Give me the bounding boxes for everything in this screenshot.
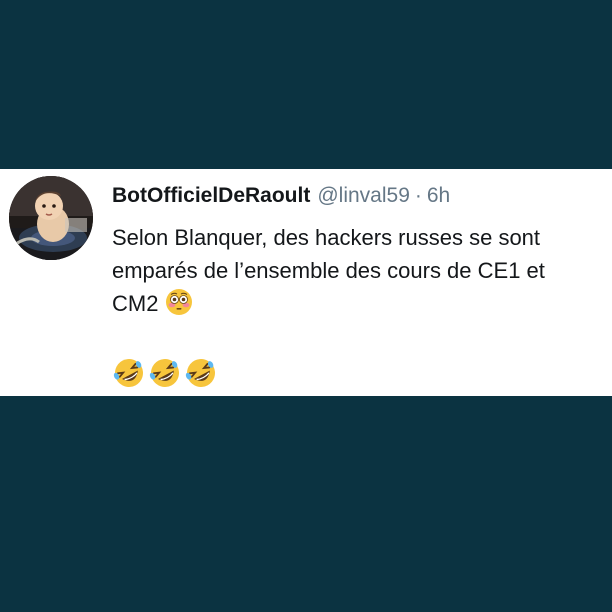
tweet-text-fragment: CM2 bbox=[112, 291, 159, 316]
tweet-text-line: emparés de l’ensemble des cours de CE1 e… bbox=[112, 258, 545, 283]
display-name[interactable]: BotOfficielDeRaoult bbox=[112, 181, 310, 211]
tweet-text-line-last: CM2 bbox=[112, 287, 607, 325]
tweet-text-line: Selon Blanquer, des hackers russes se so… bbox=[112, 225, 541, 250]
tweet-text: Selon Blanquer, des hackers russes se so… bbox=[112, 221, 607, 325]
tweet-timestamp[interactable]: 6h bbox=[427, 181, 450, 211]
tweet-card[interactable]: BotOfficielDeRaoult @linval59 · 6h Selon… bbox=[0, 169, 612, 396]
rolling-laughing-face-icon bbox=[112, 356, 146, 390]
rolling-laughing-face-icon bbox=[148, 356, 182, 390]
emoji-row bbox=[112, 356, 218, 390]
avatar[interactable] bbox=[9, 176, 93, 260]
flushed-face-icon bbox=[165, 288, 193, 325]
avatar-photo bbox=[9, 176, 93, 260]
user-handle[interactable]: @linval59 bbox=[317, 181, 410, 211]
background-canvas: BotOfficielDeRaoult @linval59 · 6h Selon… bbox=[0, 0, 612, 612]
tweet-header: BotOfficielDeRaoult @linval59 · 6h bbox=[112, 181, 450, 211]
rolling-laughing-face-icon bbox=[184, 356, 218, 390]
separator-dot: · bbox=[414, 184, 422, 207]
